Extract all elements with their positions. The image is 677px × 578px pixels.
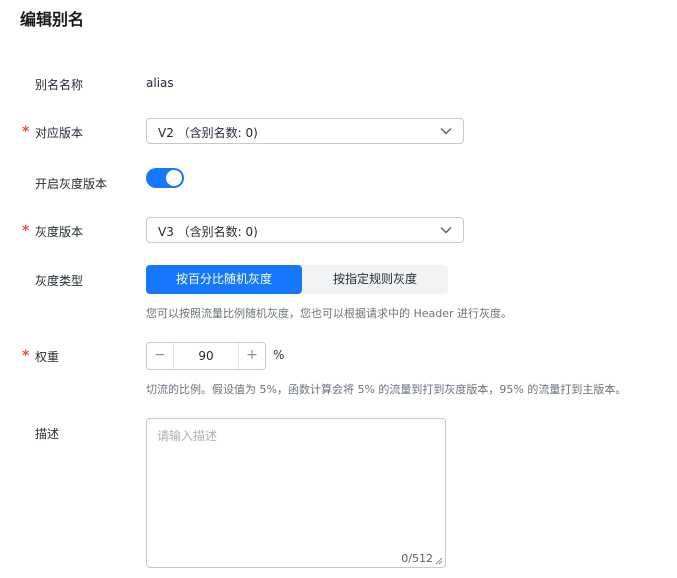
weight-label: 权重 bbox=[35, 350, 60, 364]
description-counter: 0/512 bbox=[401, 552, 433, 565]
version-label: 对应版本 bbox=[35, 126, 84, 140]
gray-type-option-percent[interactable]: 按百分比随机灰度 bbox=[146, 265, 302, 294]
chevron-down-icon bbox=[440, 227, 452, 234]
weight-stepper: − 90 + bbox=[146, 342, 266, 370]
weight-input[interactable]: 90 bbox=[174, 343, 238, 369]
gray-enable-label: 开启灰度版本 bbox=[35, 177, 108, 191]
resize-grip-icon[interactable] bbox=[435, 557, 443, 565]
weight-unit: % bbox=[273, 348, 285, 362]
required-mark: * bbox=[22, 124, 30, 140]
alias-name-label: 别名名称 bbox=[35, 78, 84, 92]
description-label: 描述 bbox=[35, 427, 60, 441]
weight-increment-button[interactable]: + bbox=[238, 343, 265, 369]
gray-version-select[interactable]: V3 （含别名数: 0) bbox=[146, 217, 464, 243]
page-title: 编辑别名 bbox=[20, 10, 85, 29]
alias-name-value: alias bbox=[146, 76, 174, 90]
chevron-down-icon bbox=[440, 128, 452, 135]
gray-type-hint: 您可以按照流量比例随机灰度，您也可以根据请求中的 Header 进行灰度。 bbox=[146, 307, 513, 320]
gray-version-select-value: V3 （含别名数: 0) bbox=[158, 225, 258, 239]
required-mark: * bbox=[22, 348, 30, 364]
description-placeholder: 请输入描述 bbox=[157, 429, 218, 443]
weight-hint: 切流的比例。假设值为 5%，函数计算会将 5% 的流量到打到灰度版本，95% 的… bbox=[146, 383, 627, 396]
version-select[interactable]: V2 （含别名数: 0) bbox=[146, 118, 464, 144]
weight-decrement-button[interactable]: − bbox=[147, 343, 174, 369]
gray-type-label: 灰度类型 bbox=[35, 274, 84, 288]
required-mark: * bbox=[22, 223, 30, 239]
description-textarea[interactable]: 请输入描述 0/512 bbox=[146, 418, 446, 568]
version-select-value: V2 （含别名数: 0) bbox=[158, 126, 258, 140]
gray-type-segmented: 按百分比随机灰度 按指定规则灰度 bbox=[146, 265, 448, 294]
gray-type-option-rule[interactable]: 按指定规则灰度 bbox=[302, 265, 448, 294]
toggle-knob bbox=[166, 170, 182, 186]
gray-version-label: 灰度版本 bbox=[35, 225, 84, 239]
gray-enable-toggle[interactable] bbox=[146, 168, 184, 188]
